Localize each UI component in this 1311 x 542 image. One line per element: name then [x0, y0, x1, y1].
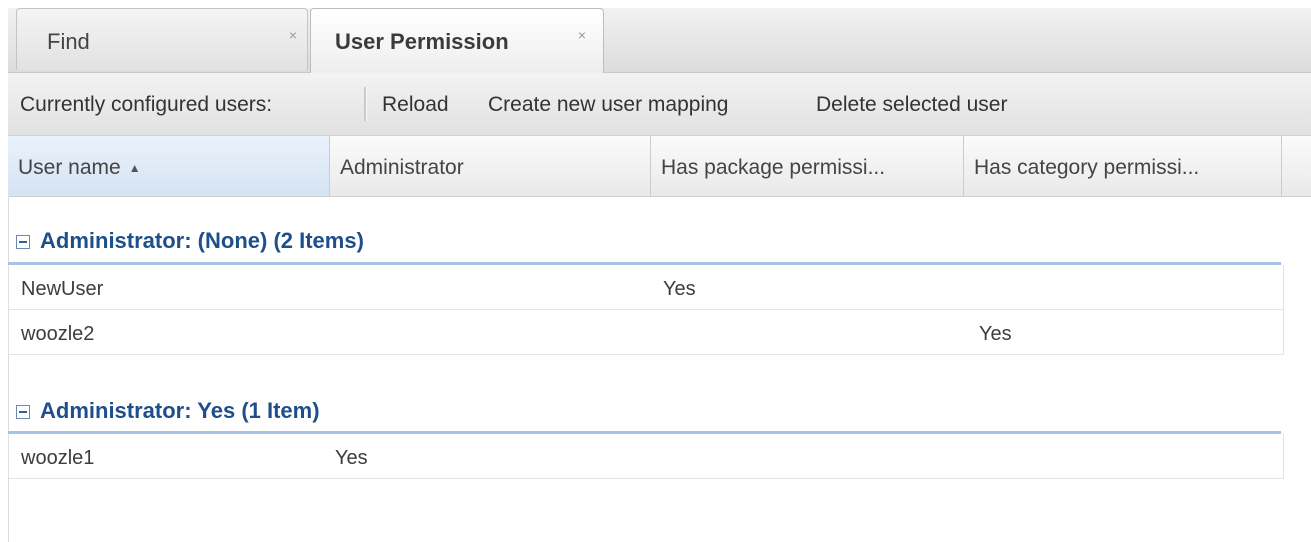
- toolbar-separator: [364, 87, 367, 121]
- tab-user-permission[interactable]: User Permission ×: [310, 8, 604, 73]
- group-header-admin-none[interactable]: Administrator: (None) (2 Items): [16, 228, 364, 254]
- cell-user-name: NewUser: [21, 278, 104, 300]
- grid-left-border: [8, 196, 9, 542]
- tab-bar: Find × User Permission ×: [8, 8, 1311, 73]
- group-header-label: Administrator: Yes (1 Item): [40, 398, 320, 423]
- group-header-admin-yes[interactable]: Administrator: Yes (1 Item): [16, 398, 320, 424]
- table-row[interactable]: woozle2 Yes: [9, 310, 1283, 355]
- cell-category-permission: Yes: [979, 323, 1012, 345]
- column-header-administrator-label: Administrator: [340, 156, 464, 179]
- cell-user-name: woozle2: [21, 323, 95, 345]
- column-header-category-permission[interactable]: Has category permissi...: [964, 136, 1282, 196]
- close-icon[interactable]: ×: [574, 27, 590, 43]
- toolbar-caption: Currently configured users:: [20, 93, 273, 116]
- close-icon[interactable]: ×: [285, 27, 301, 43]
- group-header-label: Administrator: (None) (2 Items): [40, 228, 364, 253]
- table-row[interactable]: woozle1 Yes: [9, 434, 1283, 479]
- column-header-user-name-label: User name ▲: [18, 156, 141, 180]
- user-permission-window: Find × User Permission × Currently confi…: [0, 0, 1311, 542]
- column-header-administrator[interactable]: Administrator: [330, 136, 651, 196]
- collapse-icon[interactable]: [16, 405, 30, 419]
- tab-find[interactable]: Find ×: [16, 8, 308, 70]
- group-rows-admin-none: NewUser Yes woozle2 Yes: [8, 265, 1284, 355]
- collapse-icon[interactable]: [16, 235, 30, 249]
- grid-column-header: User name ▲ Administrator Has package per…: [8, 136, 1311, 197]
- toolbar: Currently configured users: Reload Creat…: [8, 73, 1311, 136]
- sort-ascending-icon: ▲: [128, 161, 141, 176]
- delete-user-button[interactable]: Delete selected user: [816, 93, 1007, 117]
- tab-find-label: Find: [47, 29, 90, 54]
- table-row[interactable]: NewUser Yes: [9, 265, 1283, 310]
- group-rows-admin-yes: woozle1 Yes: [8, 434, 1284, 479]
- cell-administrator: Yes: [335, 447, 368, 469]
- cell-package-permission: Yes: [663, 278, 696, 300]
- column-header-user-name[interactable]: User name ▲: [8, 136, 330, 196]
- column-header-package-permission-label: Has package permissi...: [661, 156, 886, 179]
- column-header-category-permission-label: Has category permissi...: [974, 156, 1200, 179]
- create-user-mapping-button[interactable]: Create new user mapping: [488, 93, 728, 117]
- tab-user-permission-label: User Permission: [335, 29, 509, 54]
- column-header-package-permission[interactable]: Has package permissi...: [651, 136, 964, 196]
- reload-button[interactable]: Reload: [382, 93, 449, 117]
- cell-user-name: woozle1: [21, 447, 95, 469]
- column-label-text: User name: [18, 156, 121, 179]
